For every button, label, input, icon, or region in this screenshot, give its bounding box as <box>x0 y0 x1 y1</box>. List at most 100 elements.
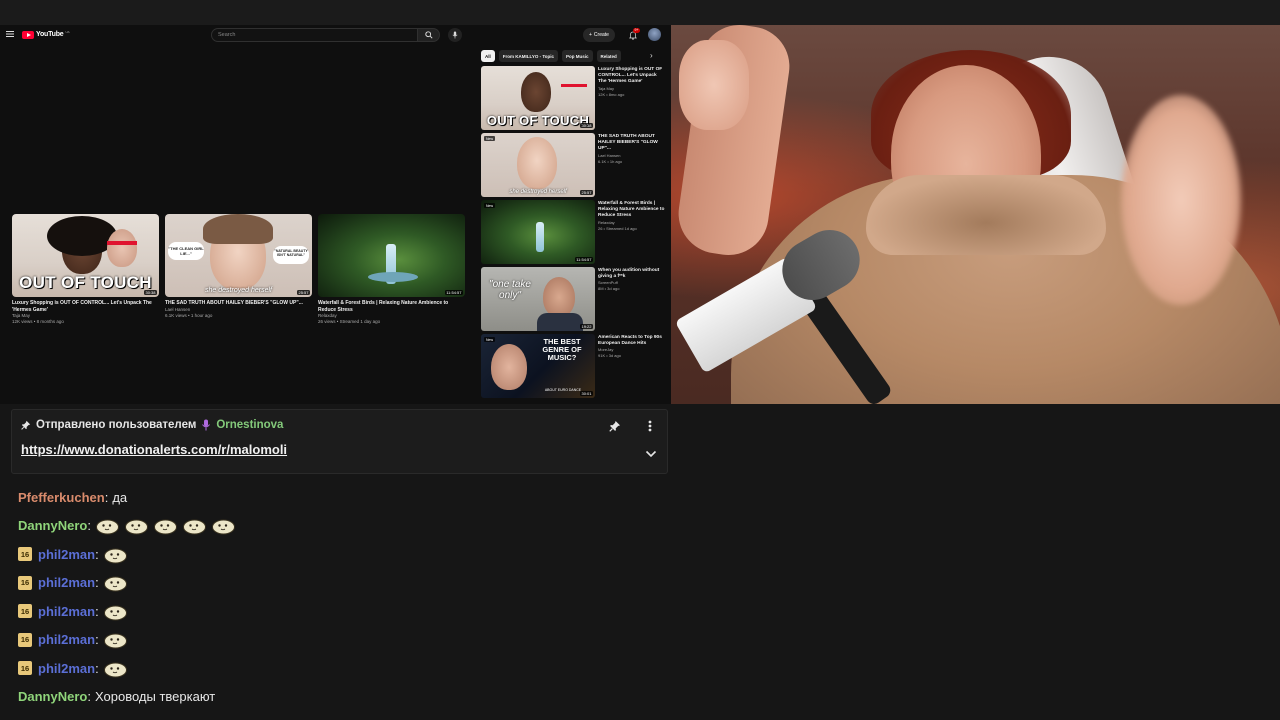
thumbnail-caption: THE BEST GENRE OF MUSIC? <box>542 337 582 362</box>
unpin-button[interactable] <box>608 419 622 433</box>
related-video[interactable]: OUT OF TOUCH 30:38 Luxury Shopping is OU… <box>481 66 666 130</box>
video-thumbnail: "one take only" 19:22 <box>481 267 595 331</box>
potato-emote-icon[interactable] <box>103 573 128 592</box>
video-card[interactable]: OUT OF TOUCH 30:38 Luxury Shopping is OU… <box>12 214 159 325</box>
thumbnail-face <box>521 72 551 112</box>
streamer-hand <box>679 40 749 130</box>
chat-text: да <box>112 489 128 505</box>
plus-icon: + <box>589 32 592 38</box>
microphone-icon <box>202 419 211 431</box>
thumbnail-caption: she destroyed herself <box>509 189 567 195</box>
video-title[interactable]: Luxury Shopping is OUT OF CONTROL... Let… <box>12 300 159 313</box>
new-badge: New <box>484 136 496 141</box>
voice-search-button[interactable] <box>448 28 462 42</box>
video-title[interactable]: THE SAD TRUTH ABOUT HAILEY BIEBER'S "GLO… <box>165 300 312 307</box>
subscriber-badge-icon[interactable]: 16 <box>18 632 32 647</box>
chat-username[interactable]: phil2man <box>38 547 95 562</box>
chat-message: 16 phil2man: <box>18 543 132 565</box>
potato-emote-icon[interactable] <box>124 516 149 535</box>
subscriber-badge-icon[interactable]: 16 <box>18 547 32 561</box>
thumbnail-body <box>537 313 583 331</box>
search-icon <box>424 31 433 39</box>
video-info: Waterfall & Forest Birds | Relaxing Natu… <box>598 201 666 232</box>
video-title[interactable]: American Reacts to Top 90s European Danc… <box>598 335 666 347</box>
thumbnail-bubble: "THE CLEAN GIRL LIE..." <box>168 242 204 260</box>
chat-username[interactable]: phil2man <box>38 661 95 676</box>
video-thumbnail: OUT OF TOUCH 30:38 <box>12 214 159 297</box>
subscriber-badge-icon[interactable]: 16 <box>18 661 32 675</box>
potato-emote-icon[interactable] <box>103 630 128 649</box>
chat-separator: : <box>95 632 99 647</box>
video-title[interactable]: Waterfall & Forest Birds | Relaxing Natu… <box>318 300 465 313</box>
potato-emote-icon[interactable] <box>95 516 120 535</box>
video-thumbnail: 11:54:57 <box>318 214 465 297</box>
hoodie-hood <box>866 175 1106 255</box>
related-video[interactable]: New THE BEST GENRE OF MUSIC? ABOUT EURO … <box>481 334 666 398</box>
chat-username[interactable]: phil2man <box>38 604 95 619</box>
subscriber-badge-icon[interactable]: 16 <box>18 575 32 590</box>
chat-username[interactable]: DannyNero <box>18 689 87 704</box>
pinned-username[interactable]: Ornestinova <box>216 419 283 431</box>
chip-all[interactable]: All <box>481 50 495 62</box>
video-card[interactable]: "THE CLEAN GIRL LIE..." "NATURAL BEAUTY … <box>165 214 312 319</box>
webcam-feed <box>671 25 1280 404</box>
thumbnail-face <box>517 137 557 189</box>
create-button[interactable]: + Create <box>583 28 615 42</box>
waterfall-shape <box>536 222 544 252</box>
youtube-logo[interactable]: YouTube UA <box>22 29 70 40</box>
chip-pop-music[interactable]: Pop Music <box>562 50 593 62</box>
video-title[interactable]: THE SAD TRUTH ABOUT HAILEY BIEBER'S "GLO… <box>598 134 666 153</box>
chat-separator: : <box>95 575 99 590</box>
thumbnail-redbar <box>561 84 587 87</box>
chat-username[interactable]: DannyNero <box>18 518 87 533</box>
video-grid: OUT OF TOUCH 30:38 Luxury Shopping is OU… <box>12 214 472 334</box>
potato-emote-icon[interactable] <box>103 602 128 621</box>
video-card[interactable]: 11:54:57 Waterfall & Forest Birds | Rela… <box>318 214 465 325</box>
video-duration: 11:54:57 <box>444 289 463 295</box>
pool-shape <box>368 272 418 282</box>
video-title[interactable]: When you audition without giving a f**k <box>598 268 666 280</box>
menu-icon[interactable] <box>5 29 15 39</box>
chat-username[interactable]: phil2man <box>38 575 95 590</box>
chevron-down-icon <box>645 450 657 458</box>
pinned-header: Отправлено пользователем Ornestinova <box>21 419 283 431</box>
chevron-right-icon[interactable]: › <box>650 50 660 62</box>
related-video[interactable]: New she destroyed herself 25:57 THE SAD … <box>481 133 666 197</box>
related-video[interactable]: "one take only" 19:22 When you audition … <box>481 267 666 331</box>
potato-emote-icon[interactable] <box>211 516 236 535</box>
potato-emote-icon[interactable] <box>182 516 207 535</box>
youtube-logo-text: YouTube <box>36 31 64 38</box>
chip-related[interactable]: Related <box>596 50 621 62</box>
thumbnail-caption: OUT OF TOUCH <box>486 113 590 128</box>
chat-username[interactable]: Pfefferkuchen <box>18 490 105 505</box>
expand-button[interactable] <box>644 448 658 460</box>
related-video[interactable]: New 11:54:57 Waterfall & Forest Birds | … <box>481 200 666 264</box>
search-input[interactable]: Search <box>211 28 418 42</box>
more-options-button[interactable] <box>645 419 655 433</box>
subscriber-badge-icon[interactable]: 16 <box>18 604 32 618</box>
thumbnail-caption: she destroyed herself <box>205 287 272 294</box>
video-thumbnail: New 11:54:57 <box>481 200 595 264</box>
thumbnail-face <box>491 344 527 390</box>
pinned-link[interactable]: https://www.donationalerts.com/r/malomol… <box>21 442 287 457</box>
chat-message: 16 phil2man: <box>18 657 132 679</box>
thumbnail-bubble: "NATURAL BEAUTY ISN'T NATURAL" <box>273 246 309 264</box>
avatar[interactable] <box>648 28 661 41</box>
video-title[interactable]: Waterfall & Forest Birds | Relaxing Natu… <box>598 201 666 220</box>
potato-emote-icon[interactable] <box>103 545 128 564</box>
video-info: American Reacts to Top 90s European Danc… <box>598 335 666 359</box>
chat-message: 16 phil2man: <box>18 600 132 622</box>
potato-emote-icon[interactable] <box>153 516 178 535</box>
search-button[interactable] <box>418 28 440 42</box>
chat-message: 16 phil2man: <box>18 572 132 594</box>
chip-from-kamillyo[interactable]: From KAMILLYO - Topic <box>498 50 559 62</box>
video-duration: 30:38 <box>143 289 157 295</box>
search-placeholder: Search <box>218 32 236 38</box>
video-info: When you audition without giving a f**k … <box>598 268 666 292</box>
unpin-icon <box>609 420 621 432</box>
potato-emote-icon[interactable] <box>103 659 128 678</box>
video-duration: 11:54:57 <box>574 256 593 262</box>
video-duration: 25:57 <box>579 189 593 195</box>
video-title[interactable]: Luxury Shopping is OUT OF CONTROL... Let… <box>598 67 666 86</box>
chat-username[interactable]: phil2man <box>38 632 95 647</box>
